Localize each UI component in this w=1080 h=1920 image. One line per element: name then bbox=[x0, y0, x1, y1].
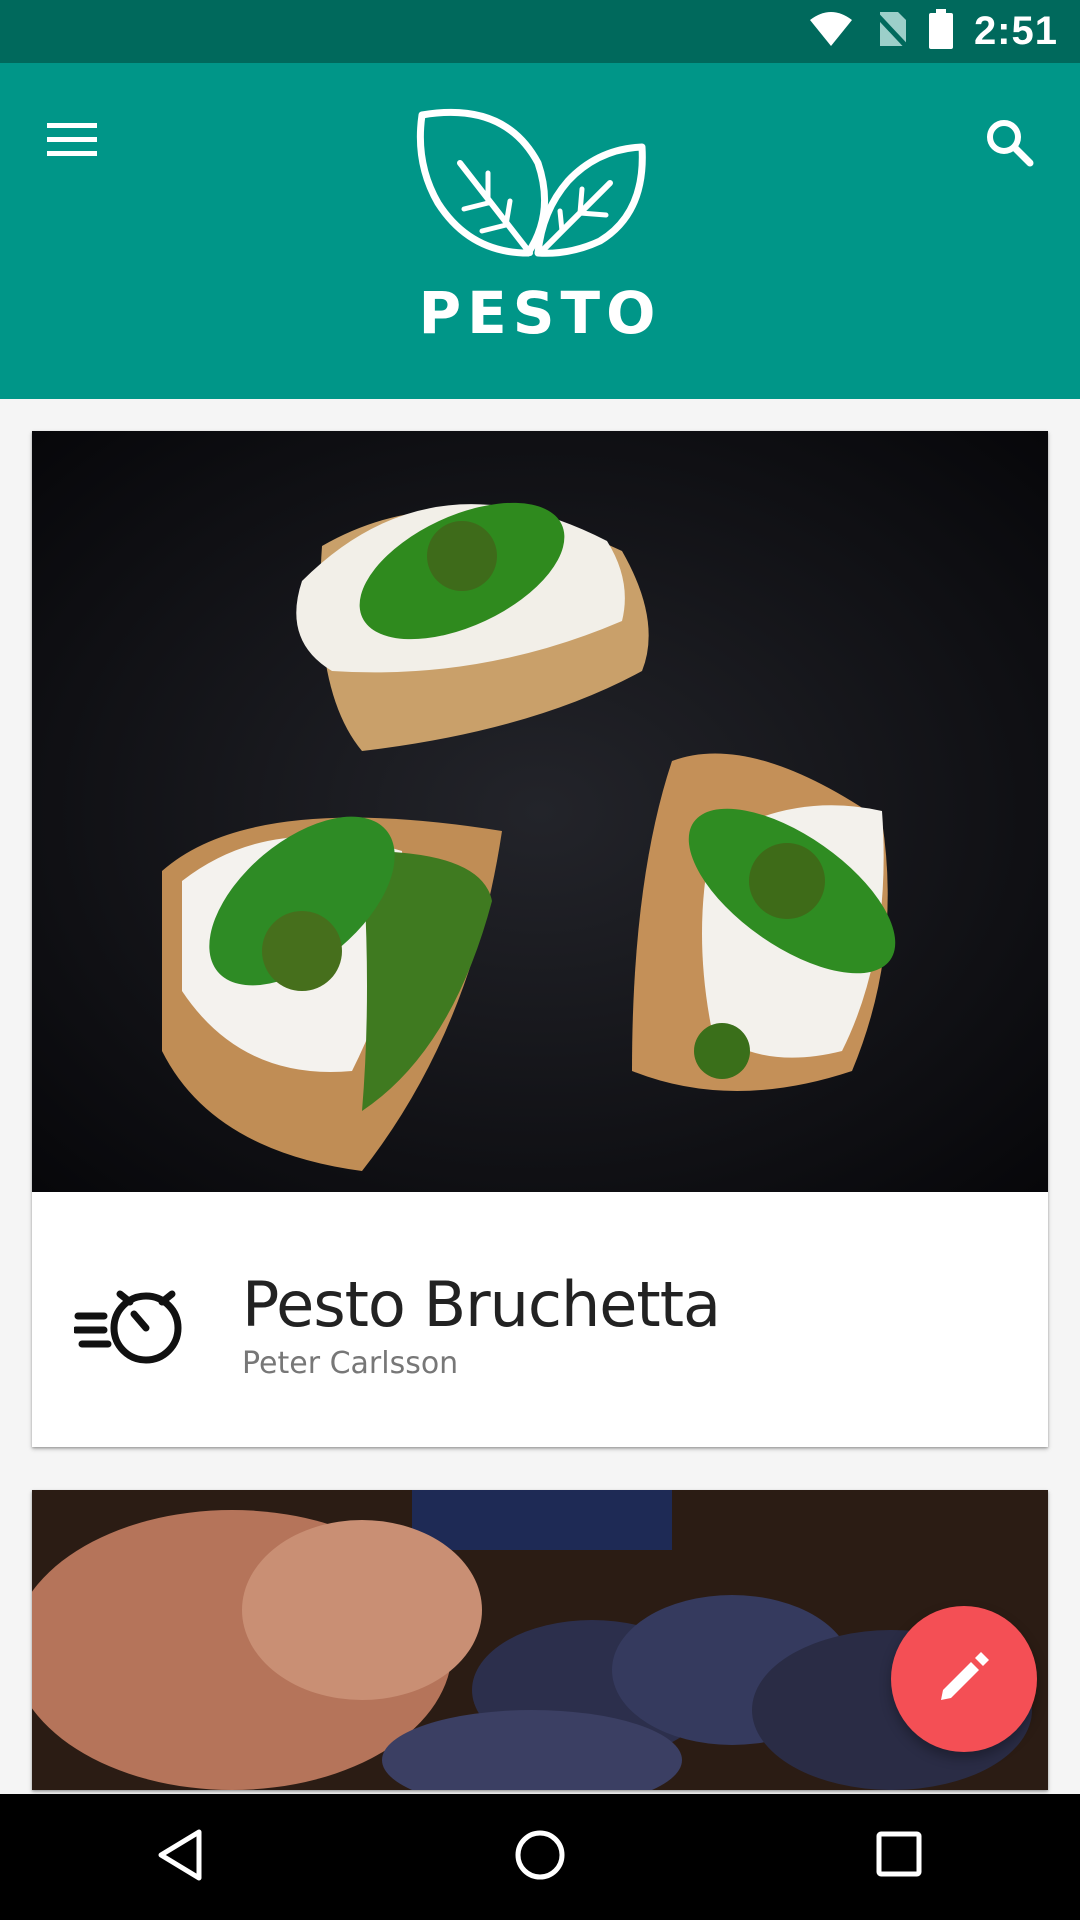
recipe-card[interactable] bbox=[32, 1490, 1048, 1790]
recents-icon bbox=[875, 1830, 925, 1885]
no-sim-icon bbox=[874, 10, 908, 53]
recipe-image bbox=[32, 431, 1048, 1192]
app-bar: PESTO bbox=[0, 63, 1080, 399]
home-icon bbox=[513, 1828, 567, 1887]
pencil-icon bbox=[937, 1650, 991, 1709]
quick-timer-icon bbox=[72, 1280, 194, 1370]
menu-icon bbox=[47, 120, 99, 165]
status-bar: 2:51 bbox=[0, 0, 1080, 63]
recipe-image bbox=[32, 1490, 1048, 1790]
wifi-icon bbox=[808, 10, 854, 53]
menu-button[interactable] bbox=[40, 109, 106, 175]
status-icons: 2:51 bbox=[808, 0, 1058, 63]
recipe-author: Peter Carlsson bbox=[242, 1346, 459, 1381]
battery-icon bbox=[928, 9, 954, 54]
home-button[interactable] bbox=[480, 1797, 600, 1917]
search-button[interactable] bbox=[974, 109, 1044, 179]
recents-button[interactable] bbox=[840, 1797, 960, 1917]
navigation-bar bbox=[0, 1794, 1080, 1920]
recipe-card[interactable]: Pesto Bruchetta Peter Carlsson bbox=[32, 431, 1048, 1447]
recipe-info: Pesto Bruchetta Peter Carlsson bbox=[32, 1192, 1048, 1447]
back-button[interactable] bbox=[120, 1797, 240, 1917]
leaves-icon bbox=[416, 108, 646, 257]
pesto-logo: PESTO bbox=[410, 103, 670, 353]
status-time: 2:51 bbox=[973, 9, 1058, 53]
search-icon bbox=[984, 117, 1034, 172]
edit-fab[interactable] bbox=[891, 1606, 1037, 1752]
back-icon bbox=[155, 1828, 205, 1887]
recipe-title: Pesto Bruchetta bbox=[242, 1268, 721, 1341]
logo-text: PESTO bbox=[418, 279, 662, 347]
